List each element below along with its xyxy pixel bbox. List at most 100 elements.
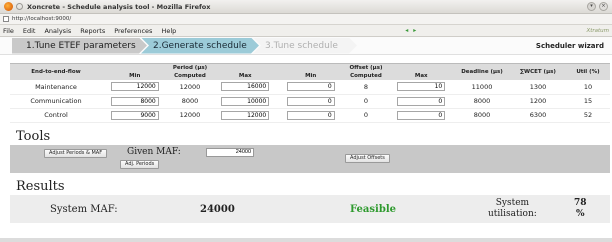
header-period-min: Min xyxy=(102,72,168,80)
menu-analysis[interactable]: Analysis xyxy=(44,27,71,35)
period-max-input[interactable] xyxy=(221,82,270,92)
period-computed: 8000 xyxy=(167,94,213,109)
util: 52 xyxy=(566,108,610,123)
header-offset-min: Min xyxy=(277,72,344,80)
offset-computed: 0 xyxy=(343,94,389,109)
offset-max-cell xyxy=(388,108,454,123)
utilisation-label-line2: utilisation: xyxy=(488,208,537,219)
table-row: Communication 8000 0 8000 1200 15 xyxy=(10,94,610,109)
period-min-input[interactable] xyxy=(110,96,159,106)
table-row: Control 12000 0 8000 6300 52 xyxy=(10,108,610,123)
system-maf-label: System MAF: xyxy=(50,203,118,215)
util: 10 xyxy=(566,80,610,95)
period-min-cell xyxy=(102,108,168,123)
offset-max-cell xyxy=(388,80,454,95)
offset-computed: 8 xyxy=(343,80,389,95)
offset-min-cell xyxy=(277,80,344,95)
adjust-offsets-button[interactable]: Adjust Offsets xyxy=(345,153,390,163)
period-max-cell xyxy=(212,80,278,95)
url-bar[interactable]: http://localhost:9000/ xyxy=(0,14,612,25)
offset-min-cell xyxy=(277,94,344,109)
wizard-step-label: 3.Tune schedule xyxy=(265,40,338,51)
tools-heading: Tools xyxy=(16,128,51,144)
period-max-cell xyxy=(212,108,278,123)
period-max-input[interactable] xyxy=(221,110,270,120)
utilisation-number: 78 xyxy=(574,197,587,208)
close-icon[interactable]: × xyxy=(599,2,608,11)
adj-periods-button[interactable]: Adj. Periods xyxy=(120,159,160,169)
offset-min-input[interactable] xyxy=(286,110,335,120)
menu-help[interactable]: Help xyxy=(161,27,176,35)
wcet: 1300 xyxy=(510,80,566,95)
header-wcet: ∑WCET (µs) xyxy=(510,63,566,80)
util: 15 xyxy=(566,94,610,109)
header-offset-max: Max xyxy=(388,72,454,80)
flow-name: Maintenance xyxy=(10,80,102,95)
menu-bar: File Edit Analysis Reports Preferences H… xyxy=(0,25,612,37)
period-computed: 12000 xyxy=(167,108,213,123)
deadline: 8000 xyxy=(454,94,510,109)
offset-min-input[interactable] xyxy=(286,82,335,92)
menu-edit[interactable]: Edit xyxy=(23,27,36,35)
offset-min-cell xyxy=(277,108,344,123)
system-maf-value: 24000 xyxy=(200,203,235,215)
wizard-step-generate-schedule[interactable]: 2.Generate schedule xyxy=(141,38,259,54)
header-period-max: Max xyxy=(212,72,278,80)
wizard-step-label: 2.Generate schedule xyxy=(153,40,247,51)
schedule-table: End-to-end-flow Period (µs) Offset (µs) … xyxy=(10,63,610,123)
header-util: Util (%) xyxy=(566,63,610,80)
system-utilisation-label: System utilisation: xyxy=(488,198,537,220)
period-min-input[interactable] xyxy=(110,110,159,120)
adjust-periods-maf-button[interactable]: Adjust Periods & MAF xyxy=(44,148,108,158)
offset-max-cell xyxy=(388,94,454,109)
given-maf-label: Given MAF: xyxy=(127,146,181,157)
deadline: 8000 xyxy=(454,108,510,123)
brand-logo: Xtratum xyxy=(586,27,609,34)
wcet: 1200 xyxy=(510,94,566,109)
window-controls: ▾ × xyxy=(587,2,608,11)
wizard-step-tune-schedule[interactable]: 3.Tune schedule xyxy=(253,38,357,54)
utilisation-unit: % xyxy=(575,208,585,219)
header-period-computed: Computed xyxy=(167,72,213,80)
table-row: Maintenance 12000 8 11000 1300 10 xyxy=(10,80,610,95)
period-max-input[interactable] xyxy=(221,96,270,106)
schedule-table-container: End-to-end-flow Period (µs) Offset (µs) … xyxy=(10,63,610,123)
offset-max-input[interactable] xyxy=(397,82,446,92)
header-offset-computed: Computed xyxy=(343,72,389,80)
window-title: Xoncrete - Schedule analysis tool - Mozi… xyxy=(27,2,211,11)
menu-reports[interactable]: Reports xyxy=(80,27,105,35)
nav-arrows-icon[interactable]: ◂▸ xyxy=(405,27,421,34)
url-text[interactable]: http://localhost:9000/ xyxy=(12,16,71,22)
menu-preferences[interactable]: Preferences xyxy=(114,27,152,35)
minimize-icon[interactable]: ▾ xyxy=(587,2,596,11)
offset-max-input[interactable] xyxy=(397,110,446,120)
period-min-cell xyxy=(102,94,168,109)
window-menu-icon[interactable] xyxy=(16,3,23,10)
tools-panel: Adjust Periods & MAF Given MAF: Adj. Per… xyxy=(10,144,610,173)
firefox-logo-icon xyxy=(4,2,13,11)
results-panel: System MAF: 24000 Feasible System utilis… xyxy=(10,194,610,223)
wizard-step-tune-etef[interactable]: 1.Tune ETEF parameters xyxy=(12,38,147,54)
period-min-input[interactable] xyxy=(110,82,159,92)
wizard-bar: 1.Tune ETEF parameters 2.Generate schedu… xyxy=(0,37,612,55)
period-computed: 12000 xyxy=(167,80,213,95)
given-maf-input[interactable] xyxy=(206,147,254,157)
wcet: 6300 xyxy=(510,108,566,123)
results-heading: Results xyxy=(16,178,65,194)
feasibility-status: Feasible xyxy=(350,203,396,215)
system-utilisation-value: 78 % xyxy=(574,198,587,220)
period-min-cell xyxy=(102,80,168,95)
offset-max-input[interactable] xyxy=(397,96,446,106)
header-flow: End-to-end-flow xyxy=(10,63,102,80)
header-deadline: Deadline (µs) xyxy=(454,63,510,80)
period-max-cell xyxy=(212,94,278,109)
wizard-step-label: 1.Tune ETEF parameters xyxy=(26,40,136,51)
header-period: Period (µs) xyxy=(102,63,278,72)
offset-computed: 0 xyxy=(343,108,389,123)
menu-file[interactable]: File xyxy=(3,27,14,35)
wizard-title: Scheduler wizard xyxy=(535,42,604,50)
window-titlebar: Xoncrete - Schedule analysis tool - Mozi… xyxy=(0,0,612,14)
status-bar xyxy=(0,238,612,242)
page-icon xyxy=(3,16,9,22)
offset-min-input[interactable] xyxy=(286,96,335,106)
